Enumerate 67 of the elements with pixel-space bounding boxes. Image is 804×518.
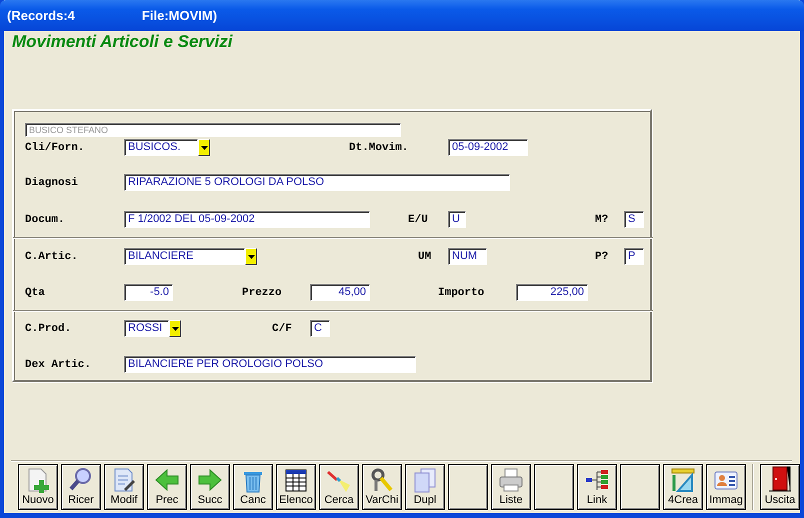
field-label: P?	[595, 250, 608, 262]
field-label: Qta	[25, 286, 45, 298]
toolbar-button[interactable]: Ricer	[61, 464, 101, 510]
left-arrow-icon	[154, 467, 180, 493]
keys-icon	[369, 467, 395, 493]
field-label: Dt.Movim.	[349, 142, 408, 154]
toolbar-button[interactable]: Immag	[706, 464, 746, 510]
toolbar-button[interactable]: Succ	[190, 464, 230, 510]
search-icon	[68, 467, 94, 493]
blank-button[interactable]	[620, 464, 660, 510]
toolbar-button[interactable]: Nuovo	[18, 464, 58, 510]
field-label: Diagnosi	[25, 176, 78, 188]
field-label: E/U	[408, 214, 428, 226]
exit-door-icon	[767, 465, 793, 493]
toolbar-button[interactable]: Liste	[491, 464, 531, 510]
input-field[interactable]: NUM	[448, 248, 487, 265]
input-field[interactable]: 225,00	[516, 284, 588, 301]
toolbar-button[interactable]: Link	[577, 464, 617, 510]
right-arrow-icon	[197, 467, 223, 493]
toolbar-button[interactable]: 4Crea	[663, 464, 703, 510]
input-field[interactable]: -5.0	[124, 284, 173, 301]
table-icon	[283, 467, 309, 493]
toolbar-button[interactable]: Canc	[233, 464, 273, 510]
toolbar-button[interactable]: VarChi	[362, 464, 402, 510]
copy-icon	[412, 467, 438, 493]
field-label: Cli/Forn.	[25, 142, 84, 154]
input-field[interactable]: 45,00	[310, 284, 370, 301]
caret-icon	[248, 254, 254, 258]
input-field[interactable]: RIPARAZIONE 5 OROLOGI DA POLSO	[124, 174, 510, 191]
field-label: C/F	[272, 322, 292, 334]
dropdown-button[interactable]	[169, 320, 181, 337]
blank-button[interactable]	[448, 464, 488, 510]
field-label: C.Artic.	[25, 250, 78, 262]
field-label: Prezzo	[242, 286, 282, 298]
toolbar-button[interactable]: Cerca	[319, 464, 359, 510]
field-label: UM	[418, 250, 432, 262]
dropdown-button[interactable]	[245, 248, 257, 265]
window-title: (Records:4	[7, 8, 75, 23]
input-field[interactable]: F 1/2002 DEL 05-09-2002	[124, 211, 370, 228]
input-field[interactable]: BILANCIERE PER OROLOGIO POLSO	[124, 356, 416, 373]
input-field[interactable]: 05-09-2002	[448, 139, 528, 156]
drafting-tools-icon	[670, 467, 696, 493]
caret-icon	[172, 326, 178, 330]
printer-icon	[498, 467, 524, 493]
field-label: M?	[595, 214, 608, 226]
input-field[interactable]: U	[448, 211, 466, 228]
caret-icon	[200, 146, 208, 150]
field-label: Importo	[438, 286, 484, 298]
field-label: C.Prod.	[25, 322, 72, 334]
toolbar-button[interactable]: Dupl	[405, 464, 445, 510]
blank-button[interactable]	[534, 464, 574, 510]
combo-field[interactable]: BUSICOS.	[124, 139, 198, 156]
hierarchy-icon	[584, 467, 610, 493]
combo-field[interactable]: BILANCIERE	[124, 248, 245, 265]
toolbar-button[interactable]: Uscita	[760, 464, 800, 510]
input-field[interactable]: P	[624, 248, 644, 265]
window-title: File:MOVIM)	[142, 8, 218, 23]
field-label: Docum.	[25, 214, 65, 226]
form-title: Movimenti Articoli e Servizi	[12, 32, 234, 52]
dropdown-button[interactable]	[198, 139, 210, 156]
toolbar-button[interactable]: Prec	[147, 464, 187, 510]
combo-field[interactable]: ROSSI	[124, 320, 169, 337]
toolbar-button[interactable]: Modif	[104, 464, 144, 510]
toolbar-button[interactable]: Elenco	[276, 464, 316, 510]
input-field[interactable]: C	[310, 320, 330, 337]
input-field[interactable]: S	[624, 211, 644, 228]
field-label: Dex Artic.	[25, 358, 92, 370]
